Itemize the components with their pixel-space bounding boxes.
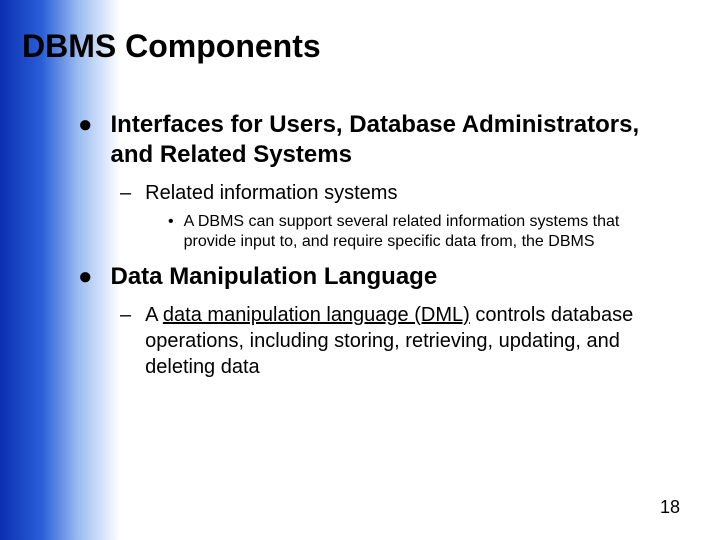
bullet-text: Data Manipulation Language [111,262,438,292]
bullet-level1: ● Interfaces for Users, Database Adminis… [78,110,670,170]
text-segment: A [145,304,163,326]
bullet-marker: ● [78,262,93,292]
bullet-text: A DBMS can support several related infor… [184,212,670,252]
content-area: ● Interfaces for Users, Database Adminis… [78,110,670,384]
underlined-term: data manipulation language (DML) [163,304,470,326]
bullet-level3: • A DBMS can support several related inf… [168,212,670,252]
bullet-marker: – [120,302,131,328]
bullet-text: Interfaces for Users, Database Administr… [111,110,671,170]
bullet-text: Related information systems [145,180,397,206]
bullet-level2: – Related information systems [120,180,670,206]
bullet-level1: ● Data Manipulation Language [78,262,670,292]
bullet-text: A data manipulation language (DML) contr… [145,302,670,380]
page-number: 18 [660,497,680,518]
bullet-marker: ● [78,110,93,140]
slide: DBMS Components ● Interfaces for Users, … [0,0,720,540]
bullet-marker: • [168,212,174,232]
slide-title: DBMS Components [22,28,321,65]
bullet-marker: – [120,180,131,206]
bullet-level2: – A data manipulation language (DML) con… [120,302,670,380]
